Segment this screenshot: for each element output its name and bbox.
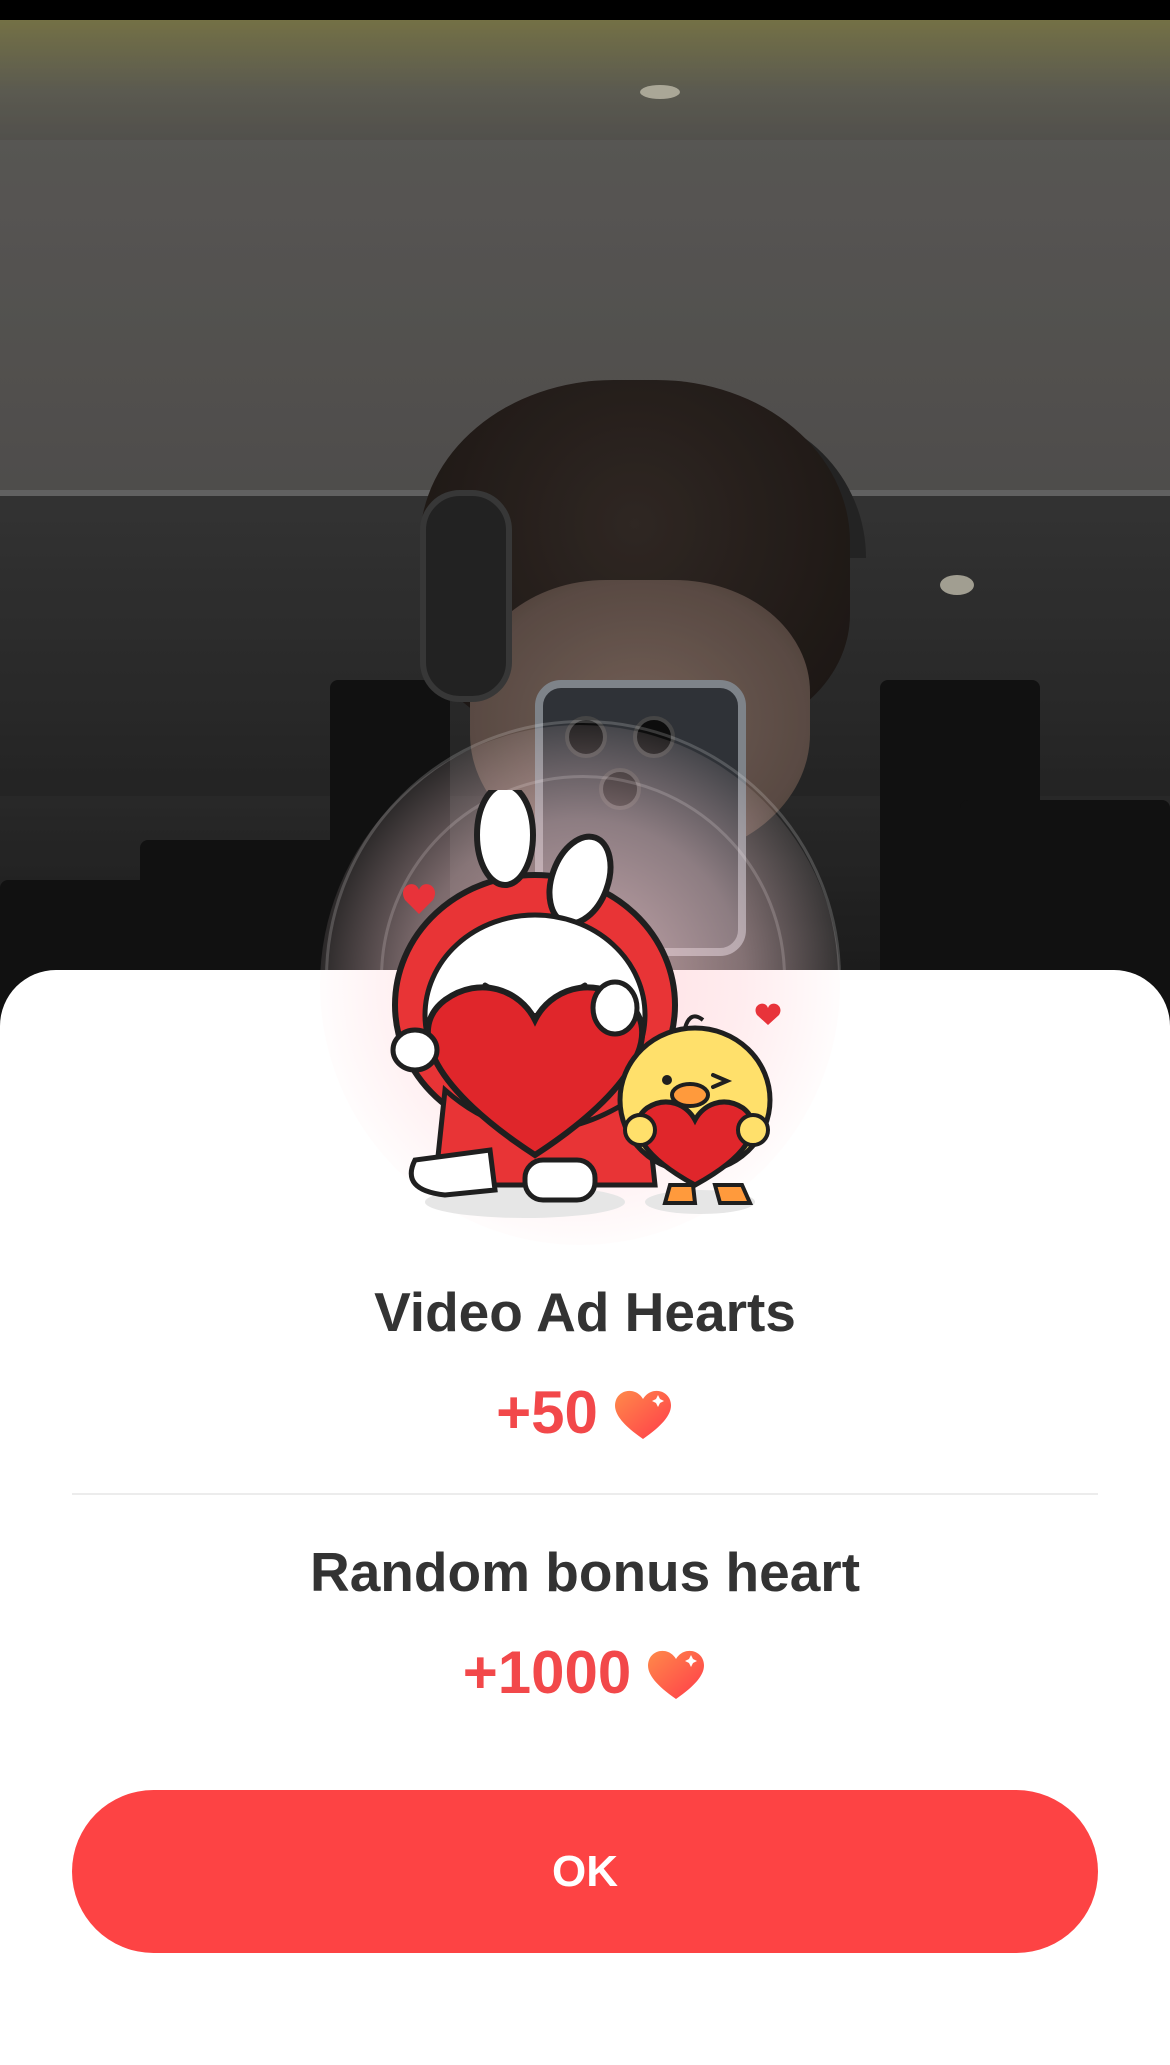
heart-icon xyxy=(648,1650,705,1699)
bonus-title: Random bonus heart xyxy=(309,1541,861,1603)
video-ad-title: Video Ad Hearts xyxy=(374,1281,796,1343)
status-bar xyxy=(0,0,1170,20)
ok-button[interactable]: OK xyxy=(72,1790,1098,1953)
heart-icon xyxy=(614,1390,671,1439)
video-ad-amount: +50 xyxy=(0,1378,1170,1447)
bonus-amount: +1000 xyxy=(0,1638,1170,1707)
mascot-illustration xyxy=(390,790,781,1218)
divider xyxy=(72,1493,1098,1495)
bonus-amount-value: +1000 xyxy=(462,1639,632,1706)
video-ad-amount-value: +50 xyxy=(496,1379,598,1446)
